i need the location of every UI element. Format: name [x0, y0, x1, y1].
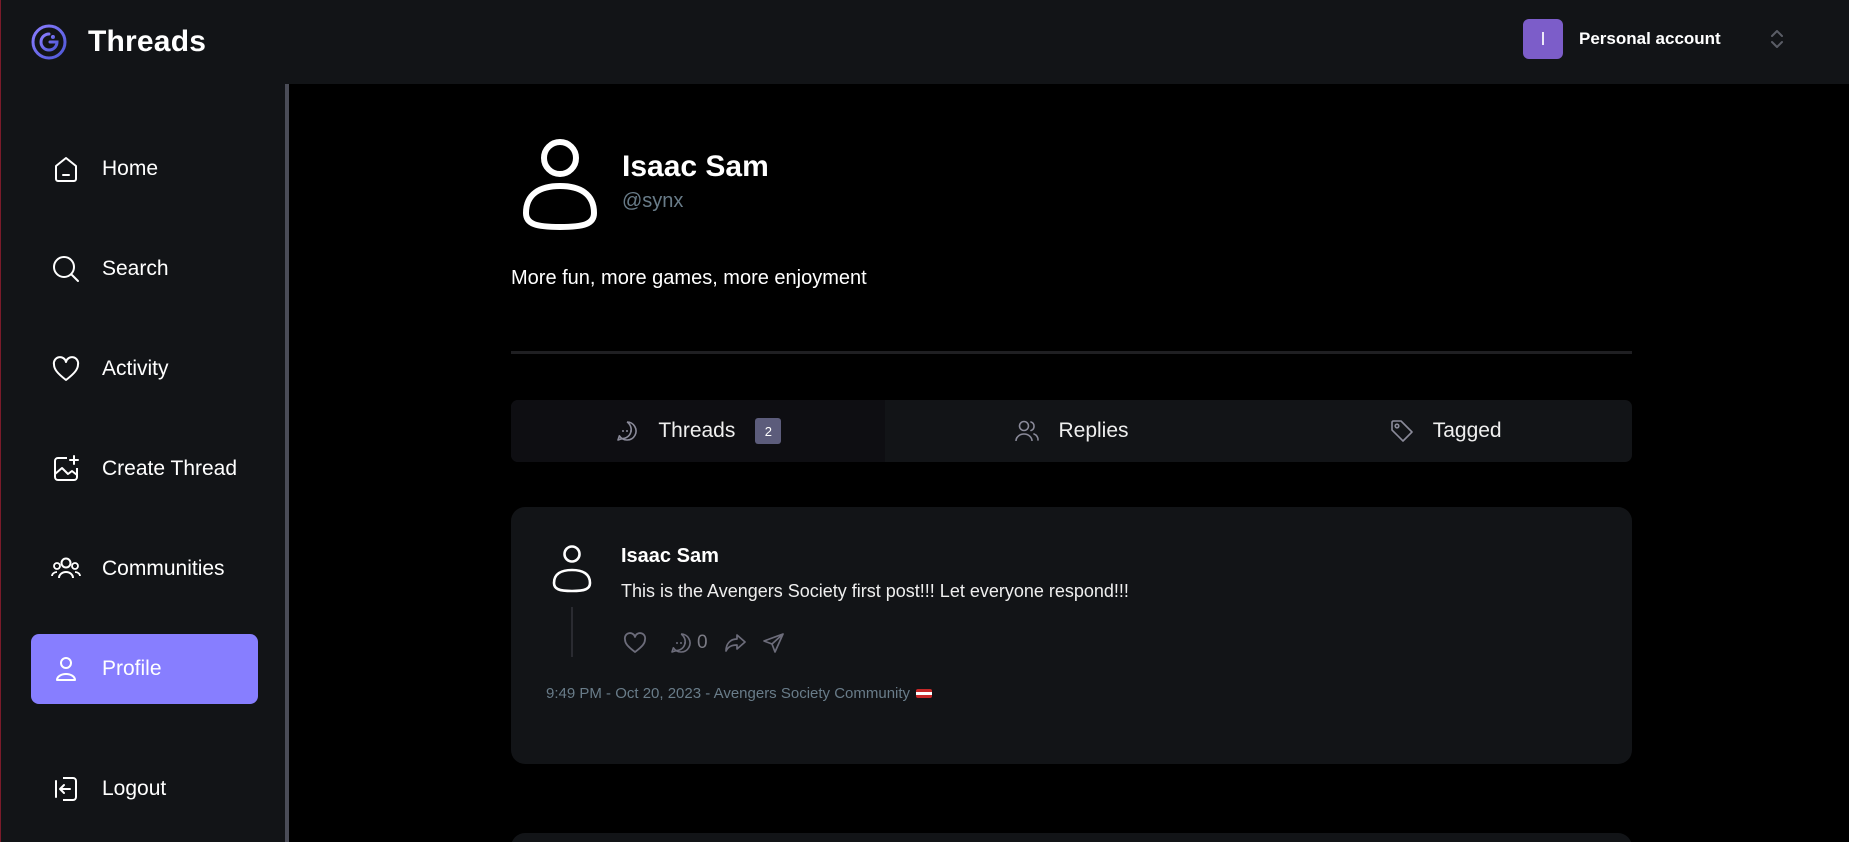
tag-icon — [1389, 418, 1415, 444]
profile-bio: More fun, more games, more enjoyment — [511, 267, 867, 289]
tab-count-badge: 2 — [755, 418, 782, 444]
tab-replies[interactable]: Replies — [885, 400, 1259, 462]
post-author-avatar-icon[interactable] — [551, 544, 593, 594]
top-bar: Threads I Personal account — [0, 0, 1849, 84]
account-switcher[interactable]: I Personal account — [1523, 19, 1789, 59]
post-meta-text: 9:49 PM - Oct 20, 2023 - Avengers Societ… — [546, 685, 911, 702]
sidebar-item-label: Search — [102, 257, 169, 280]
sidebar-item-label: Profile — [102, 657, 162, 680]
post-actions: 0 — [621, 629, 798, 657]
sidebar-item-create-thread[interactable]: Create Thread — [31, 434, 258, 504]
like-heart-icon[interactable] — [621, 629, 649, 657]
main-content: Isaac Sam @synx More fun, more games, mo… — [293, 84, 1849, 842]
sidebar-item-label: Communities — [102, 557, 225, 580]
thread-card: Isaac Sam This is the Avengers Society f… — [511, 507, 1632, 764]
left-sidebar: Home Search Activity Create Thread Commu — [0, 84, 289, 842]
tab-tagged[interactable]: Tagged — [1258, 400, 1632, 462]
user-icon — [51, 654, 81, 684]
post-meta[interactable]: 9:49 PM - Oct 20, 2023 - Avengers Societ… — [546, 685, 933, 702]
tab-label: Threads — [658, 419, 736, 442]
logout-button[interactable]: Logout — [31, 754, 258, 824]
share-send-icon[interactable] — [760, 629, 788, 657]
users-icon — [1014, 418, 1040, 444]
sidebar-item-label: Home — [102, 157, 159, 180]
home-icon — [51, 154, 81, 184]
sidebar-item-search[interactable]: Search — [31, 234, 258, 304]
repost-icon[interactable] — [722, 629, 750, 657]
sidebar-item-label: Activity — [102, 357, 169, 380]
chat-bubble-icon — [614, 418, 640, 444]
app-title: Threads — [88, 25, 207, 58]
account-avatar: I — [1523, 19, 1563, 59]
profile-name: Isaac Sam — [622, 150, 769, 183]
chevron-up-down-icon[interactable] — [1765, 25, 1789, 53]
threads-logo-icon — [31, 24, 67, 60]
community-image-icon — [916, 689, 933, 698]
sidebar-item-label: Create Thread — [102, 457, 238, 480]
profile-tabs: Threads 2 Replies Tagged — [511, 400, 1632, 462]
profile-names: Isaac Sam @synx — [622, 150, 769, 213]
reply-count: 0 — [697, 632, 708, 653]
sidebar-item-activity[interactable]: Activity — [31, 334, 258, 404]
thread-line — [571, 607, 573, 657]
sidebar-item-home[interactable]: Home — [31, 134, 258, 204]
profile-header: Isaac Sam @synx — [520, 138, 769, 233]
app-root: Threads I Personal account Home Search A… — [0, 0, 1849, 842]
tab-label: Replies — [1058, 419, 1129, 442]
sidebar-item-communities[interactable]: Communities — [31, 534, 258, 604]
post-author[interactable]: Isaac Sam — [621, 545, 719, 568]
image-plus-icon — [51, 454, 81, 484]
profile-handle: @synx — [622, 190, 684, 212]
post-text: This is the Avengers Society first post!… — [621, 581, 1129, 601]
heart-icon — [51, 354, 81, 384]
account-label: Personal account — [1579, 29, 1721, 48]
thread-card-partial — [511, 833, 1632, 842]
community-icon — [51, 554, 81, 584]
reply-icon[interactable] — [667, 629, 695, 657]
tab-label: Tagged — [1432, 419, 1502, 442]
logout-icon — [51, 774, 81, 804]
brand[interactable]: Threads — [30, 23, 206, 61]
sidebar-item-profile[interactable]: Profile — [31, 634, 258, 704]
tab-threads[interactable]: Threads 2 — [511, 400, 885, 462]
profile-avatar-icon[interactable] — [520, 138, 600, 233]
logout-label: Logout — [102, 777, 167, 800]
search-icon — [51, 254, 81, 284]
divider — [511, 351, 1632, 354]
